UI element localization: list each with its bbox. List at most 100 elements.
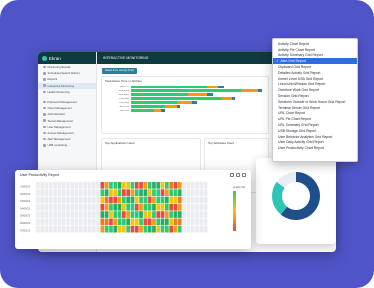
bar-chart: Sarah W. John Reed Mark Adler Lena Hart Paul… — [102, 85, 268, 113]
heatmap-cell — [182, 189, 186, 196]
bar-segment — [231, 97, 236, 101]
heatmap-cell — [36, 225, 40, 233]
heatmap-cell — [160, 203, 165, 211]
heatmap-row-label: 02/09/23 — [20, 192, 31, 196]
heatmap-cell — [160, 225, 165, 233]
heatmap-cell — [61, 218, 66, 226]
heatmap-cell — [87, 196, 92, 204]
heatmap-cell — [169, 225, 173, 233]
heatmap-cell — [100, 225, 105, 233]
heatmap-cell — [147, 182, 152, 189]
bar-label: Anna Bell — [119, 105, 129, 108]
dropdown-option-label: Terminal Server Grid Report — [278, 105, 321, 110]
close-icon[interactable] — [242, 173, 246, 177]
heatmap-cell — [74, 182, 79, 189]
heatmap-cell — [79, 225, 83, 233]
sidebar-item-label: Password Management — [47, 100, 77, 105]
heatmap-cell — [48, 225, 53, 233]
heatmap-cell — [156, 218, 161, 226]
dropdown-option[interactable]: User Productivity Chart Report — [273, 145, 357, 151]
menu-item-icon — [43, 84, 46, 87]
report-type-dropdown[interactable]: Activity Chart Report Activity Pie Chart … — [272, 38, 358, 162]
card-title: User Productivity Report — [20, 173, 59, 177]
heatmap-cell — [83, 211, 87, 218]
bar-segment — [131, 89, 242, 93]
sidebar-item-label: USB monitoring — [47, 143, 68, 148]
heatmap-cell — [40, 225, 44, 233]
heatmap-cell — [66, 211, 70, 218]
dropdown-option-label: Detailed Activity Grid Report — [278, 70, 321, 75]
heatmap-cell — [126, 218, 130, 226]
heatmap-cell — [190, 196, 195, 204]
heatmap-cell — [100, 203, 105, 211]
heatmap-cell — [117, 196, 122, 204]
heatmap-cell — [165, 189, 169, 196]
heatmap-cell — [109, 189, 113, 196]
heatmap-cell — [190, 225, 195, 233]
heatmap-cell — [126, 182, 130, 189]
heatmap-cell — [66, 225, 70, 233]
bar-label: Sarah W. — [120, 85, 129, 88]
heatmap-cell — [117, 211, 122, 218]
ekran-logo-icon — [42, 55, 47, 61]
heatmap-cell — [83, 218, 87, 226]
heatmap-cell — [190, 182, 195, 189]
menu-item-icon — [43, 106, 46, 110]
heatmap-cell — [61, 182, 66, 189]
heatmap-cell — [152, 189, 156, 196]
heatmap-cell — [61, 225, 66, 233]
heatmap-cell — [165, 203, 169, 211]
heatmap-cell — [203, 211, 208, 218]
heatmap-cell — [57, 182, 62, 189]
settings-icon[interactable] — [230, 173, 234, 177]
heatmap-cell — [61, 189, 66, 196]
heatmap-cell — [147, 218, 152, 226]
heatmap-cell — [152, 196, 156, 204]
bar-segment — [207, 93, 213, 97]
heatmap-cell — [36, 203, 40, 211]
heatmap-cell — [190, 203, 195, 211]
bar-segment — [176, 101, 192, 105]
background: Ekran Monitoring Results Scheduled Search… — [0, 0, 374, 288]
dropdown-option-label: Alert Grid Report — [280, 59, 306, 64]
heatmap-cell — [74, 225, 79, 233]
heatmap-cell — [169, 182, 173, 189]
heatmap-cell — [186, 218, 191, 226]
heatmap-cell — [70, 189, 75, 196]
heatmap-cell — [79, 211, 83, 218]
sidebar-item-label: Monitoring Results — [47, 65, 71, 70]
heatmap-cell — [143, 203, 148, 211]
expand-icon[interactable] — [236, 173, 240, 177]
heatmap-cell — [48, 182, 53, 189]
heatmap-cell — [203, 225, 208, 233]
heatmap-cell — [190, 218, 195, 226]
heatmap-cell — [36, 189, 40, 196]
heatmap-cell — [169, 203, 173, 211]
heatmap-cell — [74, 218, 79, 226]
heatmap-cell — [79, 196, 83, 204]
donut-card — [256, 158, 336, 244]
heatmap-cell — [113, 196, 118, 204]
panel-title: Top Applications Used — [105, 141, 135, 145]
heatmap-cell — [40, 203, 44, 211]
heatmap-cell — [177, 225, 182, 233]
sidebar-item[interactable]: USB monitoring — [38, 142, 96, 148]
heatmap-cell — [165, 225, 169, 233]
dropdown-option-label: Overtime Work Grid Report — [278, 88, 320, 93]
heatmap-cell — [165, 196, 169, 204]
heatmap-cell — [199, 218, 204, 226]
heatmap-cell — [117, 225, 122, 233]
heatmap-cell — [40, 196, 44, 204]
heatmap-cell — [70, 182, 75, 189]
bar-segment — [176, 105, 181, 109]
heatmap-cell — [91, 211, 96, 218]
active-time-panel: Total Active Time in All Files Sarah W. J… — [101, 76, 269, 134]
bar-segment — [241, 89, 259, 93]
user-filter-chip[interactable]: Select from user(s) (Part) — [102, 68, 138, 74]
heatmap-cell — [113, 182, 118, 189]
heatmap-cell — [104, 189, 109, 196]
heatmap-cell — [203, 196, 208, 204]
heatmap-cell — [87, 203, 92, 211]
heatmap-cell — [87, 225, 92, 233]
heatmap-cell — [61, 203, 66, 211]
